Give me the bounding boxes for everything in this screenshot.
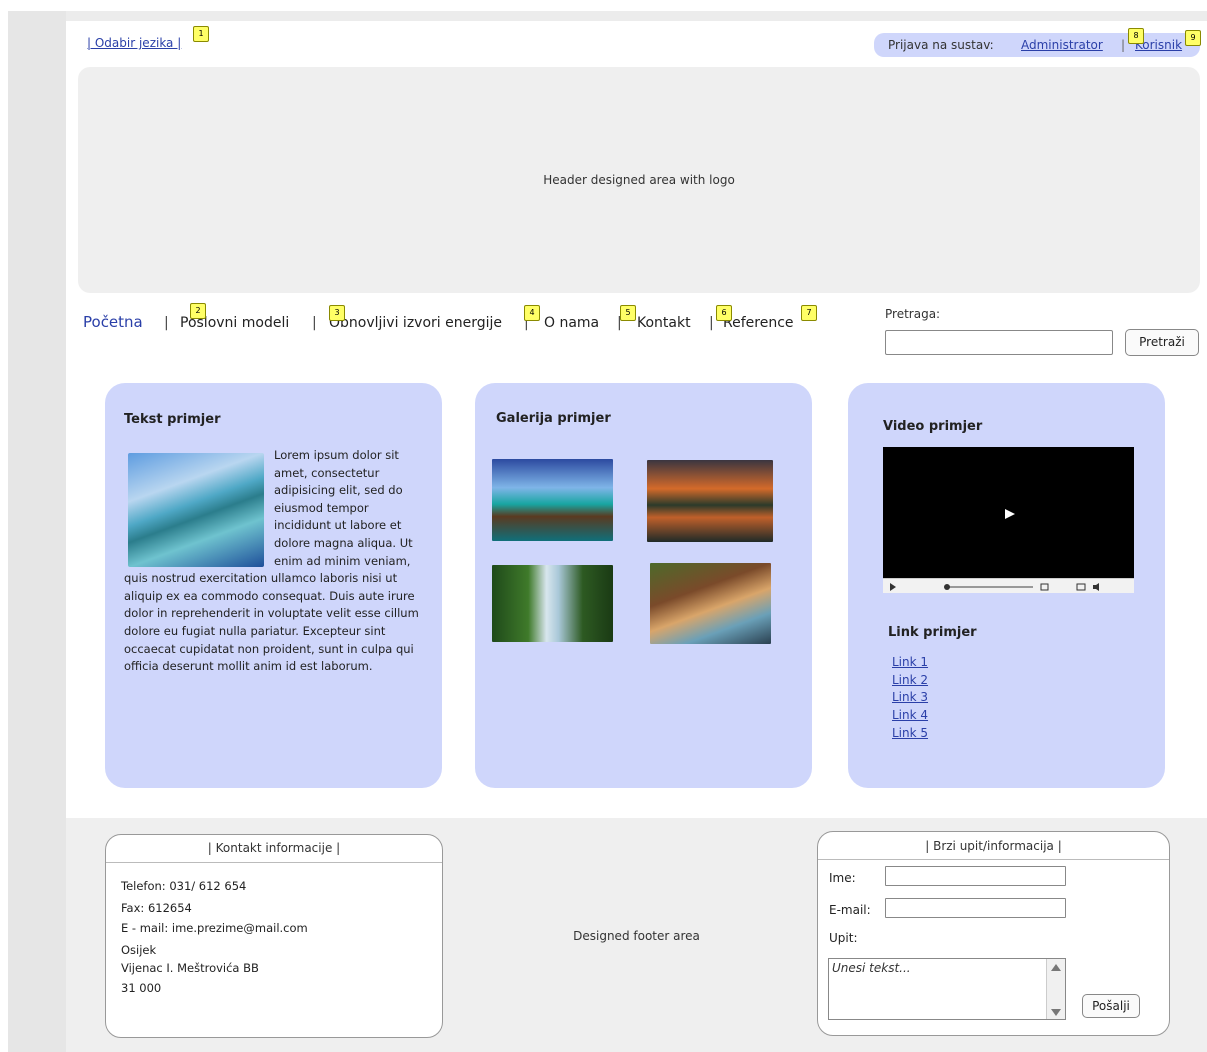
video-panel: Video primjer Link primjer Link 1 Link 2… [848,383,1165,788]
contact-fax: Fax: 612654 [121,901,192,915]
contact-postal: 31 000 [121,981,162,995]
link-item[interactable]: Link 5 [892,726,928,740]
query-placeholder: Unesi tekst... [832,961,911,975]
link-item[interactable]: Link 4 [892,708,928,722]
text-panel-title: Tekst primjer [124,412,221,427]
language-select-link[interactable]: | Odabir jezika | [87,36,181,50]
gallery-image-lake[interactable] [650,563,771,644]
gallery-panel-title: Galerija primjer [496,411,611,426]
nav-item-kontakt[interactable]: Kontakt [637,315,691,331]
video-panel-title: Video primjer [883,419,983,434]
gallery-panel: Galerija primjer [475,383,812,788]
name-input[interactable] [885,866,1066,886]
footer-area: Designed footer area | Kontakt informaci… [66,818,1207,1052]
nav-separator: | [312,315,317,331]
nav-item-reference[interactable]: Reference [723,315,794,331]
nav-item-o-nama[interactable]: O nama [544,315,599,331]
admin-login-link[interactable]: Administrator [1021,38,1103,52]
email-label: E-mail: [829,903,871,917]
lorem-text-block: Lorem ipsum dolor sit amet, consectetur … [124,447,426,676]
nav-separator: | [164,315,169,331]
annotation-badge: 3 [329,305,345,321]
video-controls[interactable] [883,578,1134,593]
gallery-image-sunset[interactable] [647,460,773,542]
annotation-badge: 9 [1185,30,1201,46]
textarea-scrollbar[interactable] [1046,959,1065,1019]
annotation-badge: 5 [620,305,636,321]
header-placeholder-text: Header designed area with logo [543,173,735,187]
contact-street: Vijenac I. Meštrovića BB [121,961,259,975]
scroll-arrows-icon [1051,964,1061,1016]
send-button[interactable]: Pošalji [1082,994,1140,1018]
links-panel-title: Link primjer [888,625,977,640]
annotation-badge: 6 [716,305,732,321]
login-separator: | [1121,38,1126,52]
contact-box: | Kontakt informacije | Telefon: 031/ 61… [105,834,443,1038]
annotation-badge: 7 [801,305,817,321]
search-label: Pretraga: [885,307,941,321]
left-gutter [8,11,66,1052]
divider [106,862,442,863]
contact-email: E - mail: ime.prezime@mail.com [121,921,308,935]
nav-separator: | [709,315,714,331]
gallery-image-pier[interactable] [492,459,613,541]
query-textarea[interactable]: Unesi tekst... [828,958,1066,1020]
login-label: Prijava na sustav: [888,38,994,52]
contact-box-title: | Kontakt informacije | [207,841,341,855]
search-input[interactable] [885,330,1113,355]
inquiry-form-title: | Brzi upit/informacija | [925,839,1062,853]
search-button[interactable]: Pretraži [1125,329,1199,356]
video-player[interactable] [883,447,1134,593]
header-area: Header designed area with logo [78,67,1200,293]
annotation-badge: 2 [190,303,206,319]
top-strip [66,11,1207,21]
query-label: Upit: [829,931,858,945]
annotation-badge: 4 [524,305,540,321]
annotation-badge: 8 [1128,28,1144,44]
link-item[interactable]: Link 3 [892,690,928,704]
island-image [128,453,264,567]
gallery-image-waterfall[interactable] [492,565,613,642]
text-panel: Tekst primjer Lorem ipsum dolor sit amet… [105,383,442,788]
nav-item-obnovljivi-izvori[interactable]: Obnovljivi izvori energije [329,315,502,331]
name-label: Ime: [829,871,856,885]
contact-phone: Telefon: 031/ 612 654 [121,879,247,893]
contact-city: Osijek [121,943,157,957]
link-item[interactable]: Link 1 [892,655,928,669]
nav-item-pocetna[interactable]: Početna [83,313,143,331]
divider [818,859,1169,860]
annotation-badge: 1 [193,26,209,42]
inquiry-form-box: | Brzi upit/informacija | Ime: E-mail: U… [817,831,1170,1036]
video-controls-icon [890,583,1099,591]
email-input[interactable] [885,898,1066,918]
play-icon[interactable] [1005,509,1015,519]
link-item[interactable]: Link 2 [892,673,928,687]
